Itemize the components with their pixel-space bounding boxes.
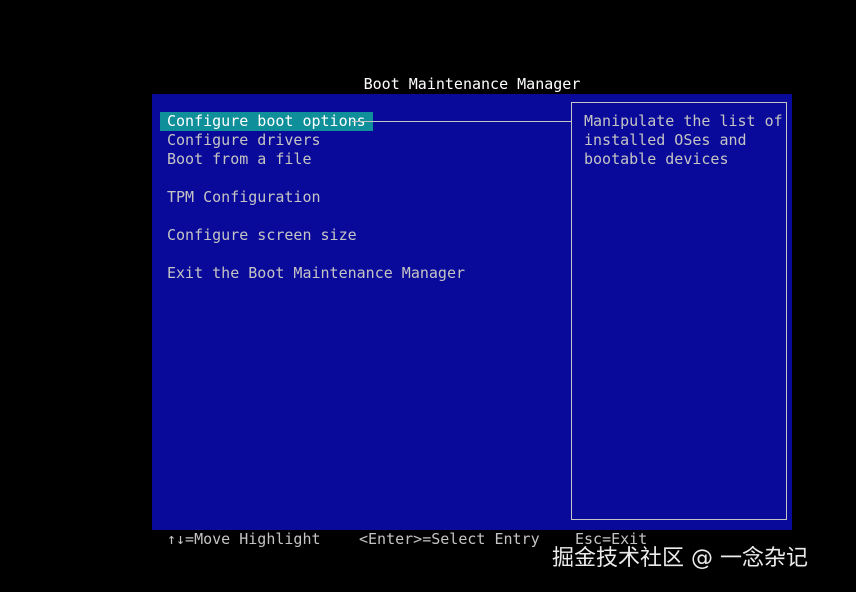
selection-connector-line <box>352 121 571 122</box>
help-panel: Manipulate the list of installed OSes an… <box>571 102 787 520</box>
help-text-line: Manipulate the list of <box>584 112 783 130</box>
help-text-line: bootable devices <box>584 150 729 168</box>
watermark: 掘金技术社区 @ 一念杂记 <box>552 546 808 571</box>
menu-item-boot-from-file[interactable]: Boot from a file <box>160 150 319 169</box>
bios-screen: Boot Maintenance Manager Configure boot … <box>0 0 856 592</box>
menu-item-configure-screen-size[interactable]: Configure screen size <box>160 226 364 245</box>
help-text-line: installed OSes and <box>584 131 747 149</box>
menu-item-configure-boot-options[interactable]: Configure boot options <box>160 112 373 131</box>
page-title: Boot Maintenance Manager <box>363 75 581 93</box>
menu-item-tpm-configuration[interactable]: TPM Configuration <box>160 188 328 207</box>
menu-item-configure-drivers[interactable]: Configure drivers <box>160 131 328 150</box>
footer-move-hint: ↑↓=Move Highlight <box>167 530 321 548</box>
menu-item-exit-boot-maintenance[interactable]: Exit the Boot Maintenance Manager <box>160 264 472 283</box>
footer-select-hint: <Enter>=Select Entry <box>359 530 540 548</box>
